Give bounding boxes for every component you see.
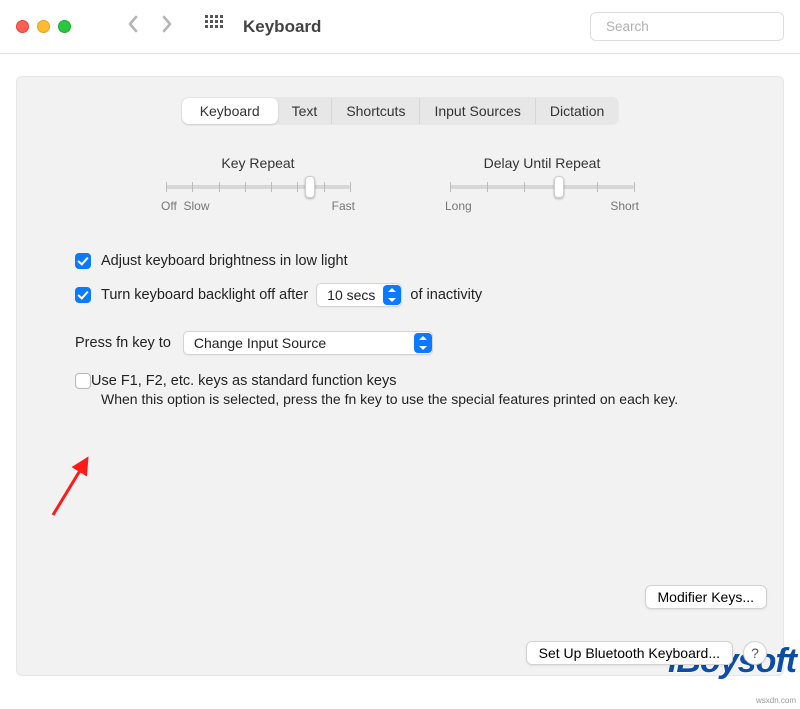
backlight-timeout-select[interactable]: 10 secs (316, 283, 402, 307)
grid-icon (205, 15, 223, 33)
delay-thumb[interactable] (554, 176, 564, 198)
standard-fn-checkbox[interactable] (75, 373, 91, 389)
close-window-button[interactable] (16, 20, 29, 33)
tab-bar: Keyboard Text Shortcuts Input Sources Di… (181, 97, 620, 125)
help-button[interactable]: ? (743, 641, 767, 665)
brightness-label: Adjust keyboard brightness in low light (101, 253, 348, 269)
brightness-row: Adjust keyboard brightness in low light (75, 253, 725, 269)
key-repeat-scale: Off Slow Fast (161, 199, 355, 213)
standard-fn-label: Use F1, F2, etc. keys as standard functi… (91, 373, 396, 389)
delay-scale: Long Short (445, 199, 639, 213)
standard-fn-desc: When this option is selected, press the … (101, 389, 725, 409)
tab-text[interactable]: Text (278, 98, 333, 124)
chevron-left-icon (125, 15, 141, 33)
modifier-keys-button[interactable]: Modifier Keys... (645, 585, 767, 609)
tab-input-sources[interactable]: Input Sources (420, 98, 535, 124)
window-title: Keyboard (243, 17, 321, 37)
backlight-timeout-value: 10 secs (327, 287, 375, 303)
delay-label: Delay Until Repeat (445, 155, 639, 171)
tab-shortcuts[interactable]: Shortcuts (332, 98, 420, 124)
tab-dictation[interactable]: Dictation (536, 98, 618, 124)
preferences-panel: Keyboard Text Shortcuts Input Sources Di… (16, 76, 784, 676)
tab-keyboard[interactable]: Keyboard (182, 98, 278, 124)
backlight-row: Turn keyboard backlight off after 10 sec… (75, 283, 725, 307)
window-toolbar: Keyboard (0, 0, 800, 54)
forward-button[interactable] (159, 15, 175, 38)
brightness-checkbox[interactable] (75, 253, 91, 269)
annotation-arrow-icon (49, 449, 99, 519)
backlight-prefix: Turn keyboard backlight off after (101, 287, 308, 303)
minimize-window-button[interactable] (37, 20, 50, 33)
fn-action-value: Change Input Source (194, 335, 326, 351)
key-repeat-track[interactable] (166, 185, 350, 189)
updown-caret-icon (414, 333, 432, 353)
updown-caret-icon (383, 285, 401, 305)
setup-bluetooth-keyboard-button[interactable]: Set Up Bluetooth Keyboard... (526, 641, 733, 665)
back-button[interactable] (125, 15, 141, 38)
key-repeat-thumb[interactable] (305, 176, 315, 198)
key-repeat-label: Key Repeat (161, 155, 355, 171)
watermark-corner: wsxdn.com (756, 696, 796, 705)
backlight-suffix: of inactivity (410, 287, 482, 303)
search-field[interactable] (590, 12, 784, 41)
show-all-prefs-button[interactable] (205, 15, 223, 38)
standard-fn-row: Use F1, F2, etc. keys as standard functi… (75, 373, 725, 389)
fn-key-row: Press fn key to Change Input Source (75, 331, 725, 355)
bottom-buttons: Modifier Keys... Set Up Bluetooth Keyboa… (526, 585, 767, 665)
backlight-checkbox[interactable] (75, 287, 91, 303)
key-repeat-slider[interactable]: Key Repeat Off Slow Fast (161, 155, 355, 213)
sliders-group: Key Repeat Off Slow Fast Delay Until Rep… (17, 155, 783, 213)
fn-action-select[interactable]: Change Input Source (183, 331, 433, 355)
zoom-window-button[interactable] (58, 20, 71, 33)
options-group: Adjust keyboard brightness in low light … (75, 253, 725, 409)
chevron-right-icon (159, 15, 175, 33)
traffic-lights (16, 20, 71, 33)
search-input[interactable] (606, 19, 783, 34)
delay-track[interactable] (450, 185, 634, 189)
delay-until-repeat-slider[interactable]: Delay Until Repeat Long Short (445, 155, 639, 213)
fn-prefix: Press fn key to (75, 335, 171, 351)
